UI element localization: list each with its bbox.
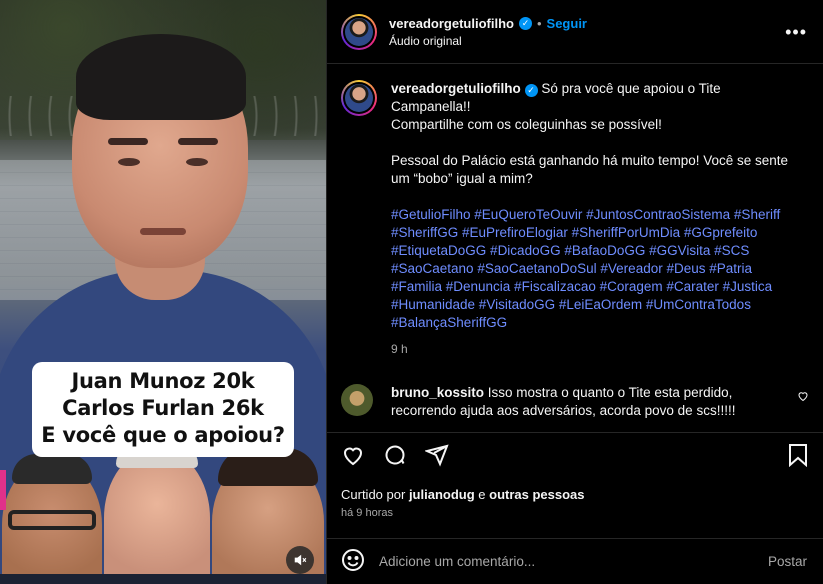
caption-text: um “bobo” igual a mim? [391, 171, 533, 186]
hashtag-line[interactable]: #GetulioFilho #EuQueroTeOuvir #JuntosCon… [391, 206, 791, 224]
video-eye-left [118, 158, 140, 166]
video-caption-line: Juan Munoz 20k [71, 369, 255, 393]
post-details-panel: vereadorgetuliofilho ✓ • Seguir Áudio or… [326, 0, 823, 584]
face-thumbnail-2 [104, 446, 210, 584]
author-avatar[interactable] [341, 13, 377, 50]
commenter-username[interactable]: bruno_kossito [391, 385, 484, 400]
liked-by-user[interactable]: julianodug [409, 487, 475, 502]
speaker-muted-icon[interactable] [286, 546, 314, 574]
post-actions: Curtido por julianodug e outras pessoas … [327, 432, 823, 519]
caption-text: Compartilhe com os coleguinhas se possív… [391, 117, 662, 132]
original-audio-link[interactable]: Áudio original [389, 34, 587, 48]
video-mouth [140, 228, 186, 235]
caption-text: Campanella!! [391, 99, 471, 114]
author-username[interactable]: vereadorgetuliofilho [389, 16, 514, 31]
post-header: vereadorgetuliofilho ✓ • Seguir Áudio or… [327, 0, 823, 64]
video-face-thumbnails [0, 446, 326, 584]
face-thumbnail-1 [2, 454, 102, 584]
video-pink-accent [0, 470, 6, 510]
hashtag-line[interactable]: #SaoCaetano #SaoCaetanoDoSul #Vereador #… [391, 260, 791, 278]
video-brow-right [178, 138, 218, 145]
save-bookmark-icon[interactable] [787, 443, 809, 470]
video-caption-line: E você que o apoiou? [41, 423, 285, 447]
like-comment-heart-icon[interactable] [797, 390, 809, 405]
follow-button[interactable]: Seguir [547, 16, 587, 31]
hashtag-line[interactable]: #Humanidade #VisitadoGG #LeiEaOrdem #UmC… [391, 296, 791, 314]
verified-badge-icon: ✓ [518, 16, 532, 30]
video-person-hair [76, 34, 246, 120]
post-modal: Juan Munoz 20k Carlos Furlan 26k E você … [0, 0, 823, 584]
video-eye-right [186, 158, 208, 166]
hashtag-line[interactable]: #Familia #Denuncia #Fiscalizacao #Corage… [391, 278, 791, 296]
verified-badge-icon: ✓ [524, 83, 538, 97]
like-heart-icon[interactable] [341, 443, 365, 470]
liked-mid: e [478, 487, 486, 502]
comment-text: recorrendo ajuda aos adversários, acorda… [391, 403, 736, 418]
caption-text: Pessoal do Palácio está ganhando há muit… [391, 153, 789, 168]
caption-author-avatar[interactable] [341, 80, 377, 116]
post-timestamp: há 9 horas [341, 507, 393, 519]
comment-item: bruno_kossito Isso mostra o quanto o Tit… [341, 384, 809, 420]
liked-others-link[interactable]: outras pessoas [489, 487, 584, 502]
add-comment-bar: Adicione um comentário... Postar [327, 538, 823, 584]
post-comment-button[interactable]: Postar [768, 554, 807, 569]
commenter-avatar[interactable] [341, 384, 373, 416]
reel-video[interactable]: Juan Munoz 20k Carlos Furlan 26k E você … [0, 0, 326, 584]
hashtag-line[interactable]: #SheriffGG #EuPrefiroElogiar #SheriffPor… [391, 224, 791, 242]
comment-text: Isso mostra o quanto o Tite esta perdido… [487, 385, 733, 400]
post-caption: vereadorgetuliofilho ✓ Só pra você que a… [341, 80, 809, 358]
liked-prefix: Curtido por [341, 487, 406, 502]
caption-timestamp: 9 h [391, 342, 408, 356]
comment-input[interactable]: Adicione um comentário... [379, 554, 768, 569]
caption-text: Só pra você que apoiou o Tite [541, 81, 721, 96]
liked-by: Curtido por julianodug e outras pessoas [341, 487, 809, 502]
emoji-icon[interactable] [341, 548, 365, 575]
video-brow-left [108, 138, 148, 145]
share-send-icon[interactable] [423, 443, 449, 470]
caption-hashtags[interactable]: #GetulioFilho #EuQueroTeOuvir #JuntosCon… [391, 206, 791, 332]
separator-dot: • [536, 15, 542, 31]
video-caption-box: Juan Munoz 20k Carlos Furlan 26k E você … [32, 362, 294, 457]
more-options-icon[interactable]: ••• [785, 22, 807, 43]
video-caption-line: Carlos Furlan 26k [62, 396, 264, 420]
post-body: vereadorgetuliofilho ✓ Só pra você que a… [341, 80, 809, 420]
hashtag-line[interactable]: #EtiquetaDoGG #DicadoGG #BafaoDoGG #GGVi… [391, 242, 791, 260]
face-thumbnails-clothing [0, 574, 326, 584]
comment-bubble-icon[interactable] [383, 443, 407, 470]
caption-username[interactable]: vereadorgetuliofilho [391, 81, 521, 96]
hashtag-line[interactable]: #BalançaSheriffGG [391, 314, 791, 332]
